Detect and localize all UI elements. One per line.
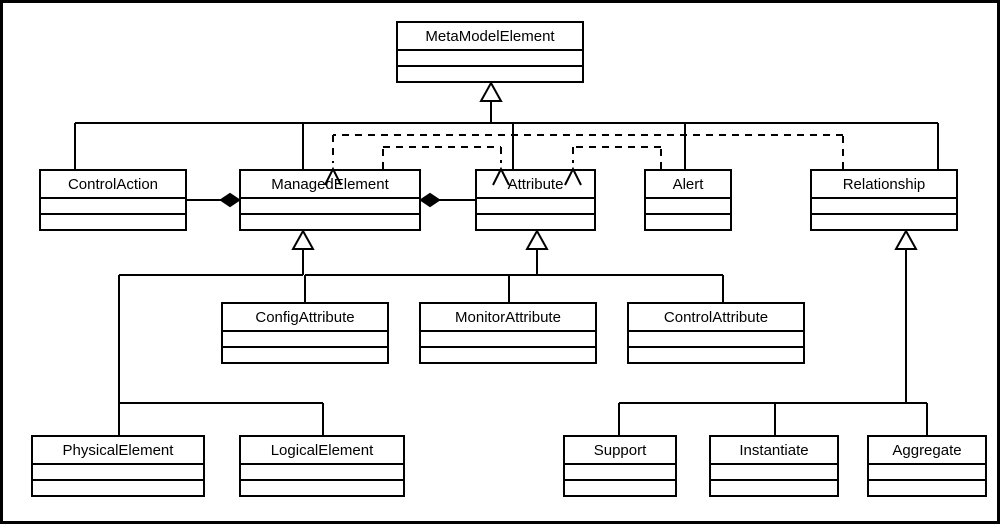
class-name: Instantiate: [711, 437, 837, 465]
class-attrs: [812, 199, 956, 215]
class-name: MonitorAttribute: [421, 304, 595, 332]
class-Alert: Alert: [644, 169, 732, 231]
class-name: Aggregate: [869, 437, 985, 465]
class-ops: [241, 215, 419, 229]
class-ops: [565, 481, 675, 495]
class-attrs: [33, 465, 203, 481]
class-Relationship: Relationship: [810, 169, 958, 231]
class-name: MetaModelElement: [398, 23, 582, 51]
class-attrs: [869, 465, 985, 481]
class-attrs: [41, 199, 185, 215]
class-PhysicalElement: PhysicalElement: [31, 435, 205, 497]
class-attrs: [646, 199, 730, 215]
class-Attribute: Attribute: [475, 169, 596, 231]
class-name: Attribute: [477, 171, 594, 199]
class-ops: [223, 348, 387, 362]
uml-diagram: MetaModelElement ControlAction ManagedEl…: [0, 0, 1000, 524]
class-name: ManagedElement: [241, 171, 419, 199]
class-ops: [477, 215, 594, 229]
class-attrs: [398, 51, 582, 67]
class-ControlAction: ControlAction: [39, 169, 187, 231]
composition-ManagedElement-ControlAction: [187, 194, 239, 206]
class-Instantiate: Instantiate: [709, 435, 839, 497]
class-name: Relationship: [812, 171, 956, 199]
class-ops: [241, 481, 403, 495]
composition-ManagedElement-Attribute: [421, 194, 475, 206]
gen-to-MetaModelElement: [75, 83, 938, 169]
class-ManagedElement: ManagedElement: [239, 169, 421, 231]
class-ops: [41, 215, 185, 229]
class-ops: [646, 215, 730, 229]
class-attrs: [223, 332, 387, 348]
class-ConfigAttribute: ConfigAttribute: [221, 302, 389, 364]
class-ops: [33, 481, 203, 495]
class-MonitorAttribute: MonitorAttribute: [419, 302, 597, 364]
class-name: ConfigAttribute: [223, 304, 387, 332]
class-attrs: [711, 465, 837, 481]
class-attrs: [477, 199, 594, 215]
class-attrs: [629, 332, 803, 348]
class-name: PhysicalElement: [33, 437, 203, 465]
class-Support: Support: [563, 435, 677, 497]
class-LogicalElement: LogicalElement: [239, 435, 405, 497]
class-Aggregate: Aggregate: [867, 435, 987, 497]
class-ops: [869, 481, 985, 495]
class-ops: [812, 215, 956, 229]
class-attrs: [565, 465, 675, 481]
class-attrs: [241, 465, 403, 481]
class-name: LogicalElement: [241, 437, 403, 465]
class-name: ControlAttribute: [629, 304, 803, 332]
gen-to-Attribute: [305, 231, 723, 302]
class-ops: [398, 67, 582, 81]
class-attrs: [421, 332, 595, 348]
class-ops: [711, 481, 837, 495]
class-attrs: [241, 199, 419, 215]
class-name: ControlAction: [41, 171, 185, 199]
class-ops: [421, 348, 595, 362]
class-MetaModelElement: MetaModelElement: [396, 21, 584, 83]
class-name: Support: [565, 437, 675, 465]
class-name: Alert: [646, 171, 730, 199]
class-ops: [629, 348, 803, 362]
class-ControlAttribute: ControlAttribute: [627, 302, 805, 364]
